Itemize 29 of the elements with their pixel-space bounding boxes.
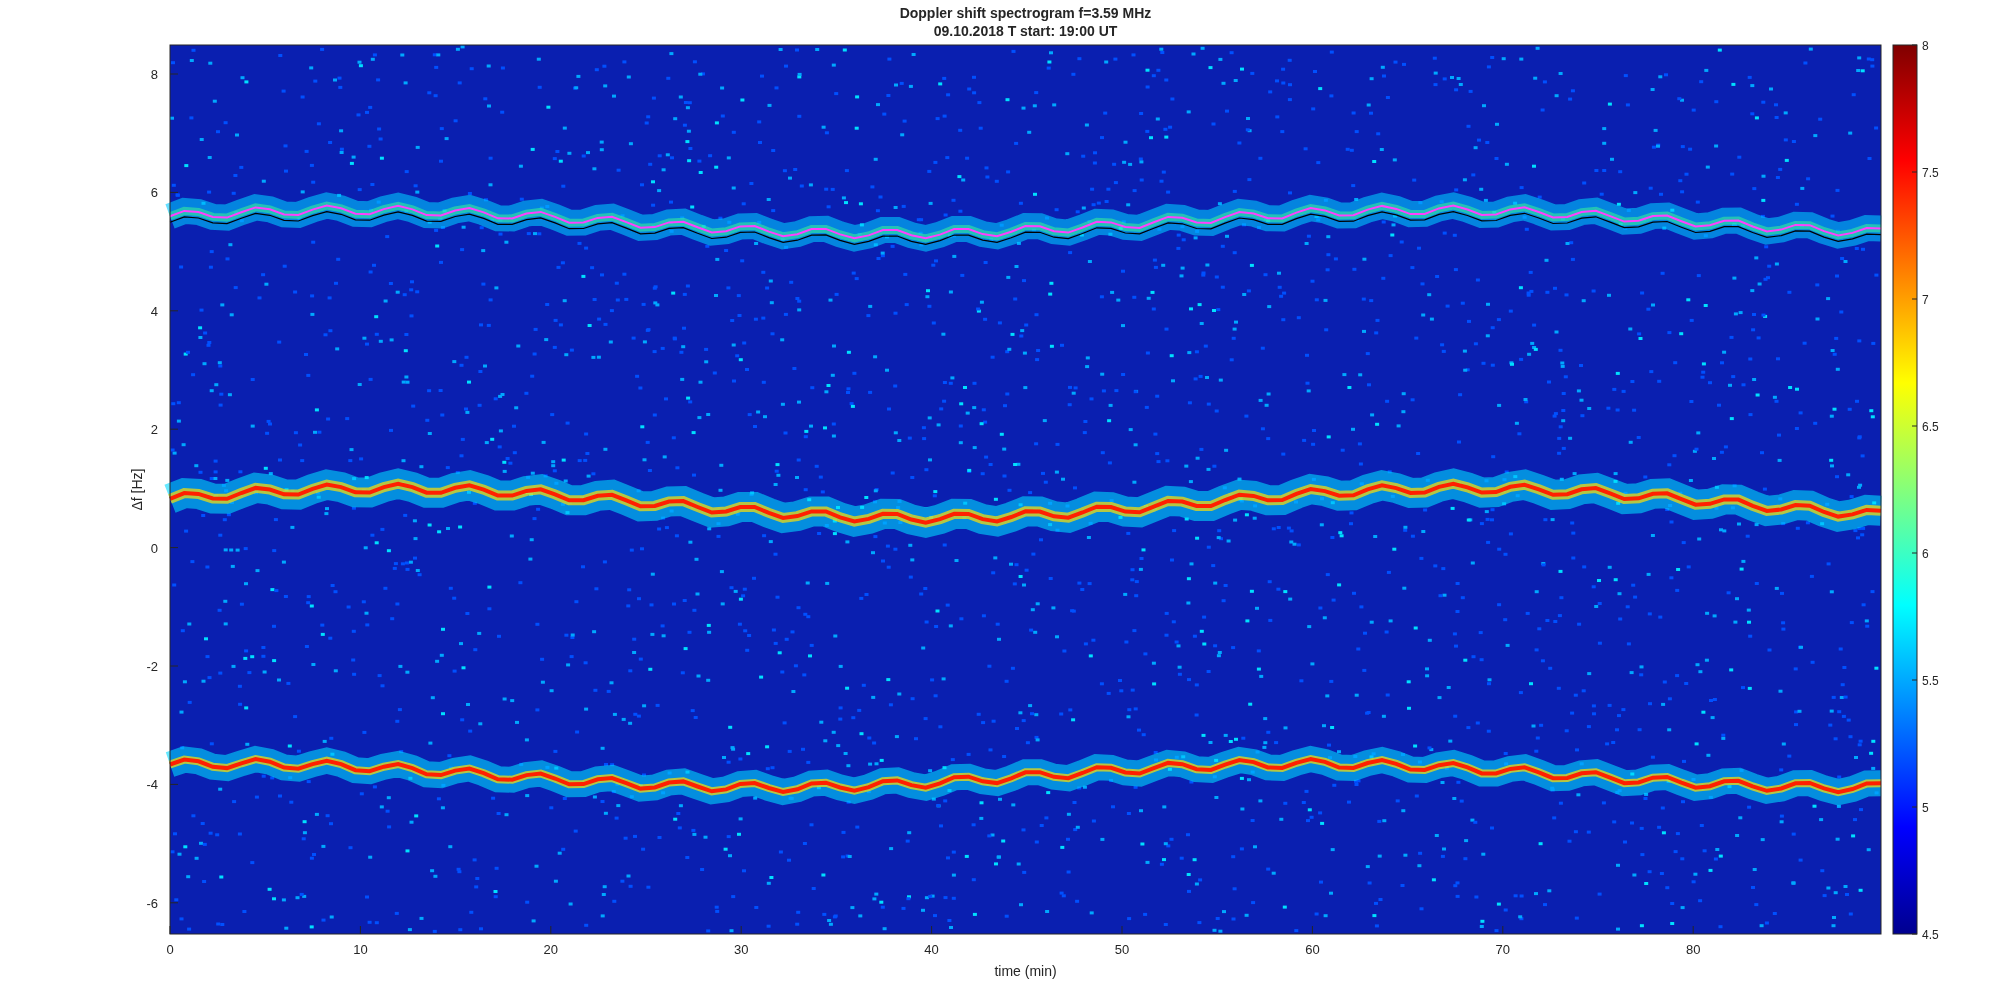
x-tick-label: 10 (353, 942, 368, 957)
x-tick-label: 40 (924, 942, 939, 957)
plot-title: Doppler shift spectrogram f=3.59 MHz (899, 5, 1152, 21)
x-tick-label: 0 (166, 942, 174, 957)
colorbar-tick-label: 5 (1922, 801, 1929, 815)
colorbar-tick-label: 7 (1922, 293, 1929, 307)
y-tick-label: -6 (146, 895, 158, 911)
plot-subtitle: 09.10.2018 T start: 19:00 UT (933, 23, 1118, 39)
colorbar-tick-label: 6.5 (1922, 420, 1939, 434)
colorbar-tick-label: 8 (1922, 39, 1929, 53)
colorbar-tick-label: 7.5 (1922, 166, 1939, 180)
x-tick-label: 80 (1685, 942, 1701, 957)
x-tick-label: 20 (543, 942, 559, 957)
x-tick-label: 30 (733, 942, 749, 957)
colorbar-tick-label: 5.5 (1922, 674, 1939, 688)
x-tick-label: 70 (1495, 942, 1511, 957)
x-tick-label: 50 (1114, 942, 1130, 957)
colorbar-tick-label: 6 (1922, 547, 1929, 561)
y-tick-label: -4 (146, 777, 158, 793)
colorbar-tick-label: 4.5 (1922, 928, 1939, 942)
y-tick-label: 2 (150, 422, 158, 438)
y-tick-label: 6 (150, 185, 158, 201)
y-tick-label: 4 (150, 303, 158, 319)
y-tick-label: 8 (150, 67, 158, 82)
y-tick-label: 0 (150, 540, 158, 556)
x-tick-label: 60 (1305, 942, 1320, 957)
x-axis-label: time (min) (994, 963, 1057, 979)
y-tick-label: -2 (146, 659, 158, 674)
y-axis-label: Δf [Hz] (129, 468, 145, 511)
